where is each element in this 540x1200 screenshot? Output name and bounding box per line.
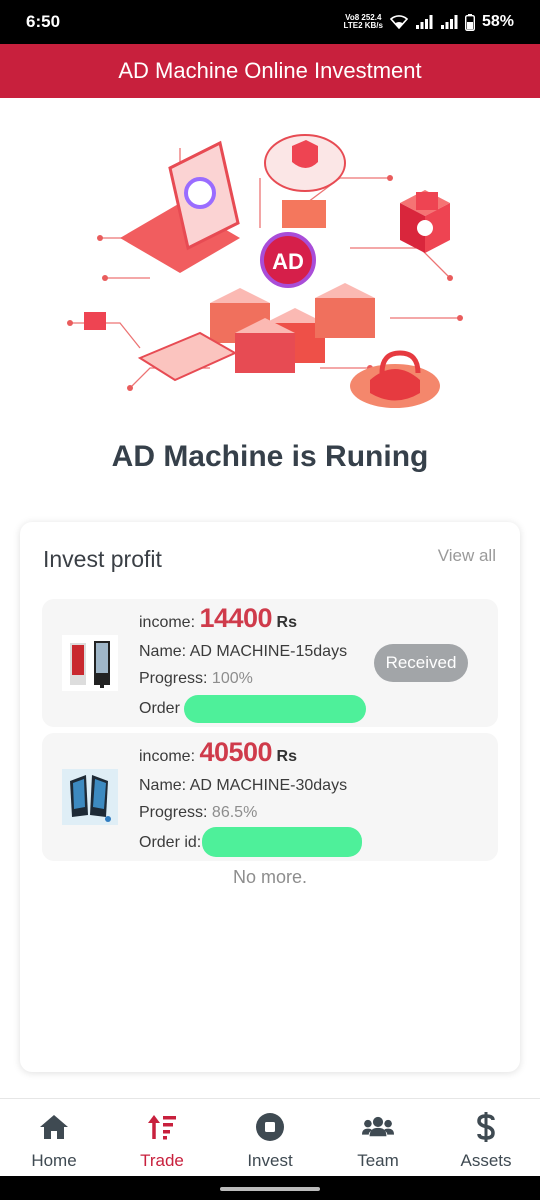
page-title: AD Machine Online Investment [118,58,422,83]
invest-item[interactable]: income: 40500 Rs Name: AD MACHINE-30days… [42,733,498,861]
signal-2-icon [440,15,458,29]
network-speed-bottom: LTE2 KB/s [343,21,383,30]
ad-badge-text: AD [272,249,304,274]
income-row: income: 40500 Rs [139,737,297,768]
wifi-icon [389,15,408,29]
status-bar: 6:50 Vo8 252.4 LTE2 KB/s 58% [0,0,540,44]
machine-name: Name: AD MACHINE-15days [139,643,348,660]
received-badge: Received [374,644,468,682]
signal-1-icon [415,15,433,29]
income-label: income: [139,614,196,631]
nav-label: Trade [140,1151,184,1170]
nav-label: Team [357,1151,399,1170]
income-value: 40500 [199,737,273,767]
view-all-link[interactable]: View all [438,546,496,566]
income-label: income: [139,748,196,765]
home-icon [38,1111,70,1143]
progress-value: 100% [211,670,253,687]
nav-home[interactable]: Home [0,1099,108,1176]
gesture-handle[interactable] [220,1187,320,1191]
status-icons: Vo8 252.4 LTE2 KB/s 58% [344,13,514,31]
nav-label: Assets [460,1151,512,1170]
redaction-mark [202,827,362,857]
nav-trade[interactable]: Trade [108,1099,216,1176]
network-speed: Vo8 252.4 LTE2 KB/s [344,14,383,30]
hero-title: AD Machine is Runing [111,440,429,473]
income-unit: Rs [276,614,297,631]
ad-machine-illustration: AD [67,134,463,408]
sort-arrow-icon [146,1111,178,1143]
bottom-nav: Home Trade Invest Team Assets [0,1098,540,1176]
nav-label: Invest [247,1151,293,1170]
no-more-text: No more. [232,867,308,887]
battery-icon [464,13,475,31]
invest-item[interactable]: income: 14400 Rs Name: AD MACHINE-15days… [42,599,498,727]
dollar-icon [470,1111,502,1143]
status-time: 6:50 [26,12,61,31]
app-header: AD Machine Online Investment [0,44,540,98]
machine-name: Name: AD MACHINE-30days [139,777,348,794]
income-value: 14400 [199,603,273,633]
income-unit: Rs [276,748,297,765]
card-title: Invest profit [43,546,162,572]
income-row: income: 14400 Rs [139,603,297,634]
gesture-area [0,1176,540,1200]
progress-row: Progress: 86.5% [139,804,257,822]
nav-invest[interactable]: Invest [216,1099,324,1176]
ad-machine-thumbnail [62,769,118,825]
order-id-label: Order id: [139,834,202,851]
invest-profit-card: Invest profit View all income: 14400 Rs … [20,522,520,1072]
redaction-mark [184,695,366,723]
progress-row: Progress: 100% [139,670,253,688]
ad-machine-thumbnail [62,635,118,691]
nav-label: Home [31,1151,77,1170]
nav-assets[interactable]: Assets [432,1099,540,1176]
progress-value: 86.5% [211,804,258,821]
users-icon [362,1111,394,1143]
stop-circle-icon [254,1111,286,1143]
progress-label: Progress: [139,804,208,821]
order-label: Order [139,700,180,717]
battery-percent: 58% [481,13,514,30]
progress-label: Progress: [139,670,208,687]
nav-team[interactable]: Team [324,1099,432,1176]
